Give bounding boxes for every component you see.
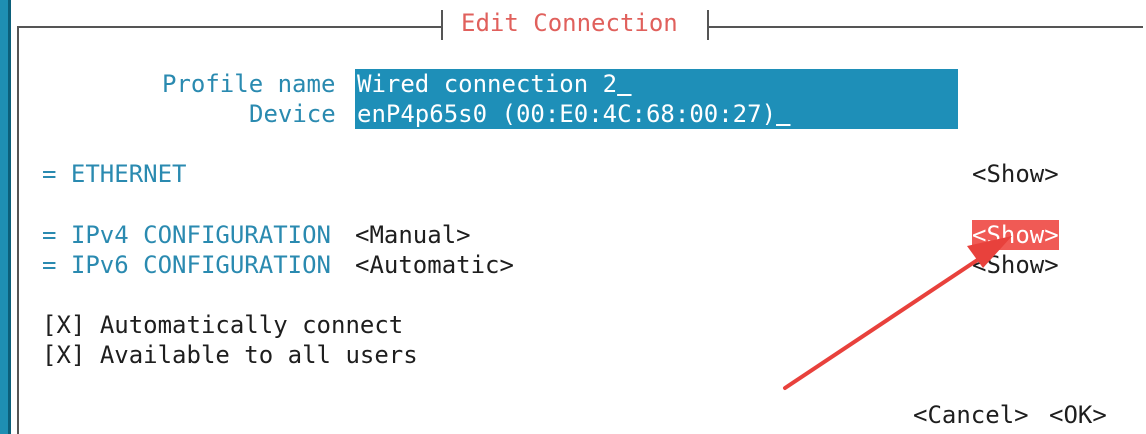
annotation-arrow-icon — [783, 236, 1012, 390]
